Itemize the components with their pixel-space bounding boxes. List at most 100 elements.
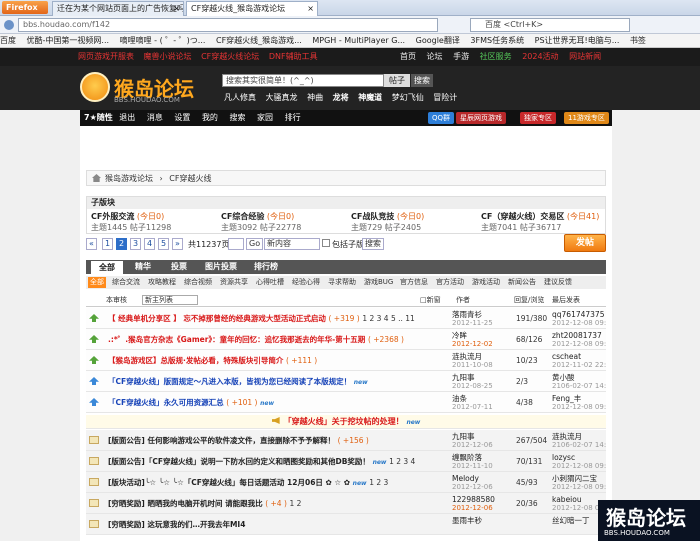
qq-group-button[interactable]: QQ群 bbox=[428, 112, 455, 124]
browser-tab-active[interactable]: CF穿越火线_猴岛游戏论坛 × bbox=[186, 1, 318, 16]
category-item[interactable]: 综合视频 bbox=[182, 277, 214, 288]
thread-row[interactable]: 「CF穿越火线」版面规定～凡进入本版，皆视为您已经阅读了本版规定！ new 九阳… bbox=[86, 371, 606, 392]
category-item[interactable]: 官方信息 bbox=[398, 277, 430, 288]
thread-author[interactable]: 落雨青衫 bbox=[452, 310, 512, 319]
thread-pages[interactable]: 1 2 3 bbox=[369, 478, 388, 487]
exclusive-zone-button[interactable]: 独家专区 bbox=[520, 112, 556, 124]
thread-row[interactable]: [穷晒奖励] 这玩意我的们…开我去年MI4 墨雨丰秒 丝幻暗一丁 bbox=[86, 514, 606, 535]
bookmark-item[interactable]: PS让世界无耳!电脑与... bbox=[535, 36, 620, 45]
top-link[interactable]: 网页游戏开服表 bbox=[78, 52, 134, 61]
filter-search-button[interactable]: 搜索 bbox=[362, 238, 384, 250]
site-search-input[interactable]: 搜索其实很简单！(^_^) bbox=[222, 74, 384, 87]
game-link[interactable]: 冒险计 bbox=[433, 93, 457, 102]
thread-author[interactable]: 九阳事 bbox=[452, 432, 512, 441]
tab-image-vote[interactable]: 图片投票 bbox=[198, 260, 244, 274]
page-prev[interactable]: « bbox=[86, 238, 97, 250]
thread-title[interactable]: 「CF穿越火线」版面规定～凡进入本版，皆视为您已经阅读了本版规定！ bbox=[108, 377, 351, 386]
thread-title[interactable]: [穷晒奖励] 晒晒我的电脑开机时间 请能跟我比 bbox=[108, 499, 263, 508]
nav-item[interactable]: 消息 bbox=[147, 113, 163, 122]
bookmark-item[interactable]: Google翻译 bbox=[416, 36, 460, 45]
tab-digest[interactable]: 精华 bbox=[126, 260, 160, 274]
category-item[interactable]: 攻略教程 bbox=[146, 277, 178, 288]
category-item[interactable]: 综合交流 bbox=[110, 277, 142, 288]
search-button[interactable]: 搜索 bbox=[411, 74, 433, 87]
page-link[interactable]: 3 bbox=[130, 238, 142, 250]
category-item[interactable]: 经验心得 bbox=[290, 277, 322, 288]
thread-author[interactable]: 涟执流月 bbox=[452, 352, 512, 361]
thread-author[interactable]: 墨雨丰秒 bbox=[452, 516, 512, 525]
bookmark-item[interactable]: MPGH - MultiPlayer G... bbox=[312, 36, 405, 45]
firefox-menu-button[interactable]: Firefox bbox=[2, 1, 48, 14]
games-zone-button[interactable]: 11游戏专区 bbox=[564, 112, 609, 124]
game-link[interactable]: 神魔道 bbox=[358, 93, 382, 102]
breadcrumb-current[interactable]: CF穿越火线 bbox=[169, 174, 211, 183]
thread-title[interactable]: [版面公告] 任何影响游戏公平的软件凌文件，直接删除不予予解释！ bbox=[108, 436, 335, 445]
top-link[interactable]: 2024活动 bbox=[522, 52, 558, 61]
back-icon[interactable] bbox=[4, 20, 14, 30]
new-window-checkbox[interactable]: □新窗 bbox=[420, 293, 441, 307]
thread-row[interactable]: 【猴岛游戏区】总版规·发帖必看，特殊版块引导简介 ( +111 ) 涟执流月 20… bbox=[86, 350, 606, 371]
tab-ranking[interactable]: 排行榜 bbox=[246, 260, 286, 274]
thread-title[interactable]: [穷晒奖励] 这玩意我的们…开我去年MI4 bbox=[108, 520, 245, 529]
category-item[interactable]: 全部 bbox=[88, 277, 106, 288]
browser-tab[interactable]: 迁在为某个网站页面上的广告恢复吗... × bbox=[52, 1, 184, 16]
last-poster[interactable]: Feng_丰 bbox=[552, 394, 606, 403]
subforum-name[interactable]: CF综合经验 bbox=[221, 212, 264, 221]
site-logo[interactable]: 猴岛论坛 BBS.HOUDAO.COM bbox=[80, 70, 194, 106]
announcement-bar[interactable]: 「穿越火线」关于挖坟帖的处理！ new bbox=[86, 415, 606, 429]
thread-title[interactable]: .:*゜.猴岛官方杂志《Gamer》：童年的回忆：追忆我那逝去的年华-第十五期 bbox=[108, 335, 365, 344]
game-link[interactable]: 龙将 bbox=[333, 93, 349, 102]
thread-row[interactable]: [版块活动]╰☆ ╰☆ ╰☆「CF穿越火线」每日话题活动 12月06日 ✿ ☆ … bbox=[86, 472, 606, 493]
subforum-item[interactable]: CF（穿越火线）交易区 (今日41) 主题7041 帖子36717 bbox=[481, 211, 611, 233]
bookmark-item[interactable]: 嘀哩嘀哩 - ( ゜- ゜)つ... bbox=[120, 36, 206, 45]
bookmark-item[interactable]: 3FMS任务系统 bbox=[470, 36, 524, 45]
page-link[interactable]: 1 bbox=[102, 238, 114, 250]
home-icon[interactable] bbox=[92, 174, 101, 182]
breadcrumb-root[interactable]: 猴岛游戏论坛 bbox=[105, 174, 153, 183]
last-poster[interactable]: qq761747375 bbox=[552, 310, 606, 319]
subforum-name[interactable]: CF战队竞技 bbox=[351, 212, 394, 221]
close-icon[interactable]: × bbox=[173, 2, 180, 16]
game-link[interactable]: 梦幻飞仙 bbox=[392, 93, 424, 102]
page-link[interactable]: 4 bbox=[144, 238, 156, 250]
thread-author[interactable]: 冷眸 bbox=[452, 331, 512, 340]
bookmark-item[interactable]: CF穿越火线_猴岛游戏... bbox=[216, 36, 302, 45]
nav-item[interactable]: 排行 bbox=[285, 113, 301, 122]
nav-item[interactable]: 家园 bbox=[257, 113, 273, 122]
top-link[interactable]: 手游 bbox=[453, 52, 469, 61]
last-poster[interactable]: 小刺猬闪二宝 bbox=[552, 474, 606, 483]
close-icon[interactable]: × bbox=[307, 2, 314, 16]
top-link[interactable]: 网站新闻 bbox=[569, 52, 601, 61]
announcement-text[interactable]: 「穿越火线」关于挖坟帖的处理！ bbox=[284, 417, 404, 426]
thread-pages[interactable]: 1 2 3 4 bbox=[389, 457, 415, 466]
top-link[interactable]: 社区服务 bbox=[480, 52, 512, 61]
thread-title[interactable]: [版面公告]「CF穿越火线」说明一下防水回的定义和晒图奖励和其他DB奖励！ bbox=[108, 457, 370, 466]
category-item[interactable]: 心得吐槽 bbox=[254, 277, 286, 288]
page-go-button[interactable]: Go bbox=[246, 238, 264, 250]
thread-title[interactable]: [版块活动]╰☆ ╰☆ ╰☆「CF穿越火线」每日话题活动 12月06日 ✿ ☆ … bbox=[108, 478, 350, 487]
category-item[interactable]: 游戏活动 bbox=[470, 277, 502, 288]
last-poster[interactable]: cscheat bbox=[552, 352, 606, 361]
category-item[interactable]: 寻求帮助 bbox=[326, 277, 358, 288]
thread-author[interactable]: Melody bbox=[452, 474, 512, 483]
thread-row[interactable]: 【 经典单机分享区 】 忘不掉那曾经的经典游戏大型活动正式启动 ( +319 )… bbox=[86, 308, 606, 329]
subforum-checkbox[interactable] bbox=[322, 239, 330, 247]
thread-title[interactable]: 【猴岛游戏区】总版规·发帖必看，特殊版块引导简介 bbox=[108, 356, 283, 365]
username[interactable]: 7★随性 bbox=[80, 113, 117, 122]
thread-title[interactable]: 「CF穿越火线」永久可用资源汇总 bbox=[108, 398, 224, 407]
category-item[interactable]: 游戏BUG bbox=[362, 277, 395, 288]
search-type-select[interactable]: 帖子 bbox=[384, 74, 410, 87]
web-games-button[interactable]: 星辰网页游戏 bbox=[456, 112, 506, 124]
page-link[interactable]: 5 bbox=[158, 238, 170, 250]
thread-row[interactable]: 「CF穿越火线」永久可用资源汇总 ( +101 ) new 油条 2012-07-… bbox=[86, 392, 606, 413]
new-post-button[interactable]: 发帖 bbox=[564, 234, 606, 252]
browser-search-input[interactable]: 百度 <Ctrl+K> bbox=[470, 18, 630, 32]
nav-item[interactable]: 搜索 bbox=[229, 113, 245, 122]
thread-author[interactable]: 油条 bbox=[452, 394, 512, 403]
thread-row[interactable]: [版面公告] 任何影响游戏公平的软件凌文件，直接删除不予予解释！ ( +156 … bbox=[86, 430, 606, 451]
game-link[interactable]: 神曲 bbox=[307, 93, 323, 102]
page-current[interactable]: 2 bbox=[116, 238, 128, 250]
category-item[interactable]: 建议反馈 bbox=[542, 277, 574, 288]
bookmark-item[interactable]: 书签 bbox=[630, 36, 646, 45]
page-next[interactable]: » bbox=[172, 238, 183, 250]
